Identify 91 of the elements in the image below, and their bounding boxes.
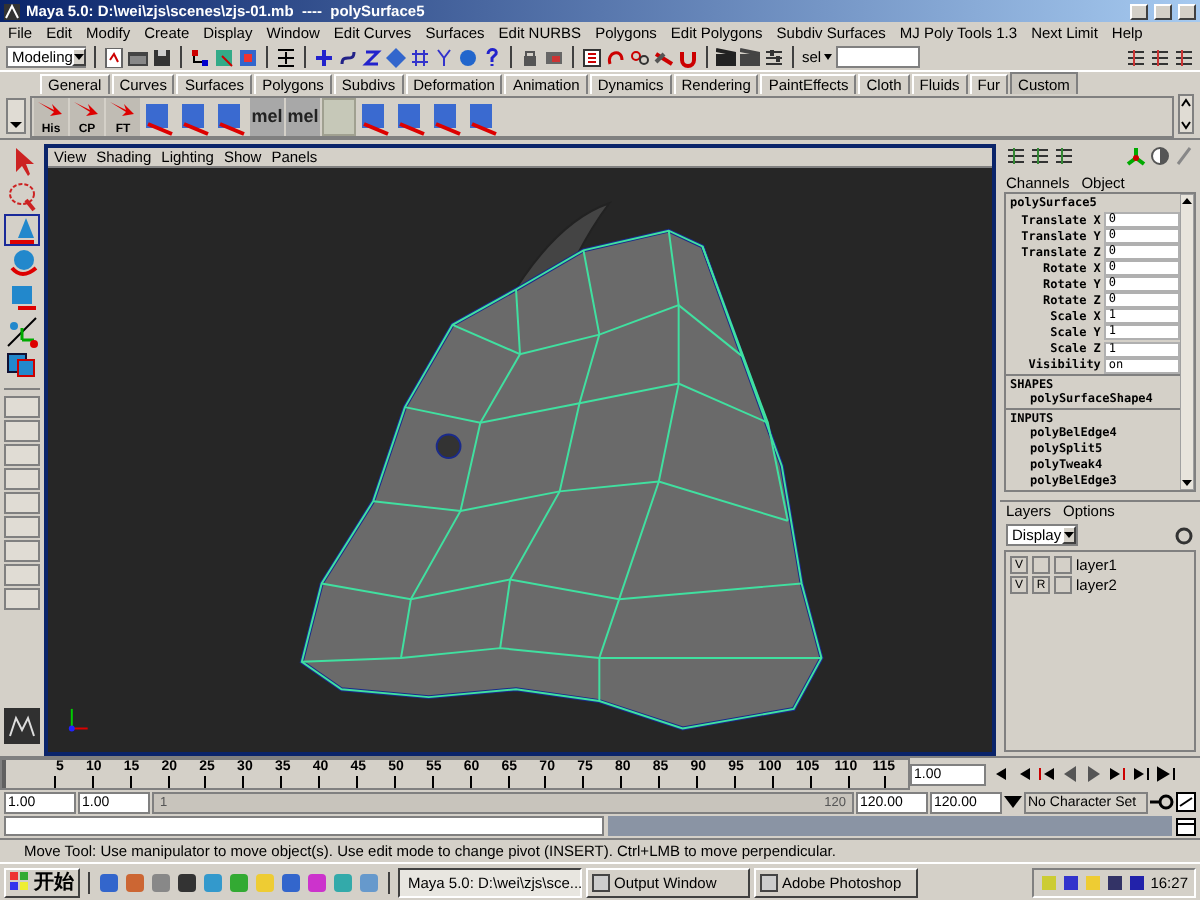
grid-icon[interactable] (410, 47, 430, 67)
go-to-end-icon (1156, 764, 1176, 784)
magnet-icon[interactable] (678, 47, 698, 67)
quick-launch-icon[interactable] (176, 871, 198, 893)
fork-icon[interactable] (434, 47, 454, 67)
component-select-icon[interactable] (238, 47, 258, 67)
quick-launch-icon[interactable] (98, 871, 120, 893)
layer-color-swatch[interactable] (1054, 576, 1072, 594)
step-forward-key-button[interactable] (1130, 762, 1154, 786)
layout-button[interactable] (4, 468, 40, 490)
axis-icon (68, 707, 89, 732)
scale-tool-icon (6, 282, 38, 314)
new-layer-icon[interactable] (1174, 525, 1194, 545)
window-icon (760, 873, 778, 891)
list-icon[interactable] (582, 47, 602, 67)
quick-launch-icon[interactable] (280, 871, 302, 893)
lasso-icon (6, 180, 38, 212)
chain-icon[interactable] (630, 47, 650, 67)
step-back-frame-icon (1036, 764, 1056, 784)
rotate-tool-icon (6, 248, 38, 280)
tool-button[interactable] (4, 316, 40, 348)
slider-settings-icon[interactable] (764, 47, 784, 67)
shelf-scroll-icon[interactable] (1178, 94, 1194, 134)
attribute-editor-toggle-icon[interactable] (1150, 47, 1170, 67)
channel-box-toggle-icon[interactable] (1126, 47, 1146, 67)
clapboard-icon[interactable] (716, 47, 736, 67)
step-back-frame-button[interactable] (1034, 762, 1058, 786)
start-button[interactable]: 开始 (4, 867, 80, 897)
scrollbar-icon[interactable] (1180, 194, 1194, 490)
cubes-icon (6, 350, 38, 382)
object-select-icon[interactable] (214, 47, 234, 67)
viewport[interactable] (48, 168, 992, 752)
layout-button[interactable] (4, 588, 40, 610)
mel-script-button[interactable]: mel (250, 97, 284, 135)
tool-button[interactable] (4, 214, 40, 246)
window-icon (592, 873, 610, 891)
preferences-icon[interactable] (1176, 792, 1196, 812)
lock-icon[interactable] (520, 47, 540, 67)
camera-icon[interactable] (544, 47, 564, 67)
document-icon[interactable] (104, 47, 124, 67)
layout-button[interactable] (4, 564, 40, 586)
tool-button[interactable] (4, 350, 40, 382)
reference-toggle[interactable] (1032, 556, 1050, 574)
layout-button[interactable] (4, 540, 40, 562)
layer-editor-icon[interactable] (1030, 146, 1050, 166)
layout-button[interactable] (4, 516, 40, 538)
caret-icon (1063, 532, 1074, 538)
script-editor-icon[interactable] (1176, 817, 1196, 835)
cube-icon[interactable] (386, 47, 406, 67)
layout-button[interactable] (4, 492, 40, 514)
mel-script-button[interactable]: mel (286, 97, 320, 135)
tool-settings-toggle-icon[interactable] (1174, 47, 1194, 67)
arrow-icon (38, 99, 62, 115)
filter-icon[interactable] (276, 47, 296, 67)
minimize-button[interactable] (1130, 3, 1148, 19)
manipulator-icon (6, 316, 38, 348)
windows-flag-icon (10, 872, 30, 892)
maximize-button[interactable] (1154, 3, 1172, 19)
layer-color-swatch[interactable] (1054, 556, 1072, 574)
curve-icon[interactable] (338, 47, 358, 67)
step-forward-key-icon (1132, 764, 1152, 784)
step-forward-frame-button[interactable] (1106, 762, 1130, 786)
layout-button[interactable] (4, 396, 40, 418)
sphere-icon[interactable] (458, 47, 478, 67)
play-backwards-icon (1060, 764, 1080, 784)
clapboard-icon[interactable] (740, 47, 760, 67)
question-mark-icon[interactable] (482, 47, 502, 67)
step-forward-frame-icon (1108, 764, 1128, 784)
caret-icon (823, 54, 832, 60)
play-forwards-icon (1084, 764, 1104, 784)
command-input-field[interactable] (4, 816, 604, 836)
shelf-menu-icon[interactable] (6, 98, 26, 134)
layout-button[interactable] (4, 444, 40, 466)
half-circle-icon[interactable] (1150, 146, 1170, 166)
color-axes-icon[interactable] (1126, 146, 1146, 166)
hierarchy-icon[interactable] (190, 47, 210, 67)
move-tool-icon (6, 214, 38, 246)
folder-icon[interactable] (128, 47, 148, 67)
cross-icon[interactable] (314, 47, 334, 67)
channel-layer-icon[interactable] (1054, 146, 1074, 166)
close-button[interactable] (1178, 3, 1196, 19)
caret-icon (74, 54, 85, 60)
layout-button[interactable] (4, 420, 40, 442)
arrow-icon (110, 99, 134, 115)
channel-box-icon[interactable] (1006, 146, 1026, 166)
selection-input-field[interactable] (835, 46, 920, 68)
app-icon (4, 3, 20, 19)
arrow-icon (74, 99, 98, 115)
go-to-end-button[interactable] (1154, 762, 1178, 786)
key-icon[interactable] (1150, 792, 1174, 812)
caret-icon[interactable] (1004, 796, 1022, 808)
